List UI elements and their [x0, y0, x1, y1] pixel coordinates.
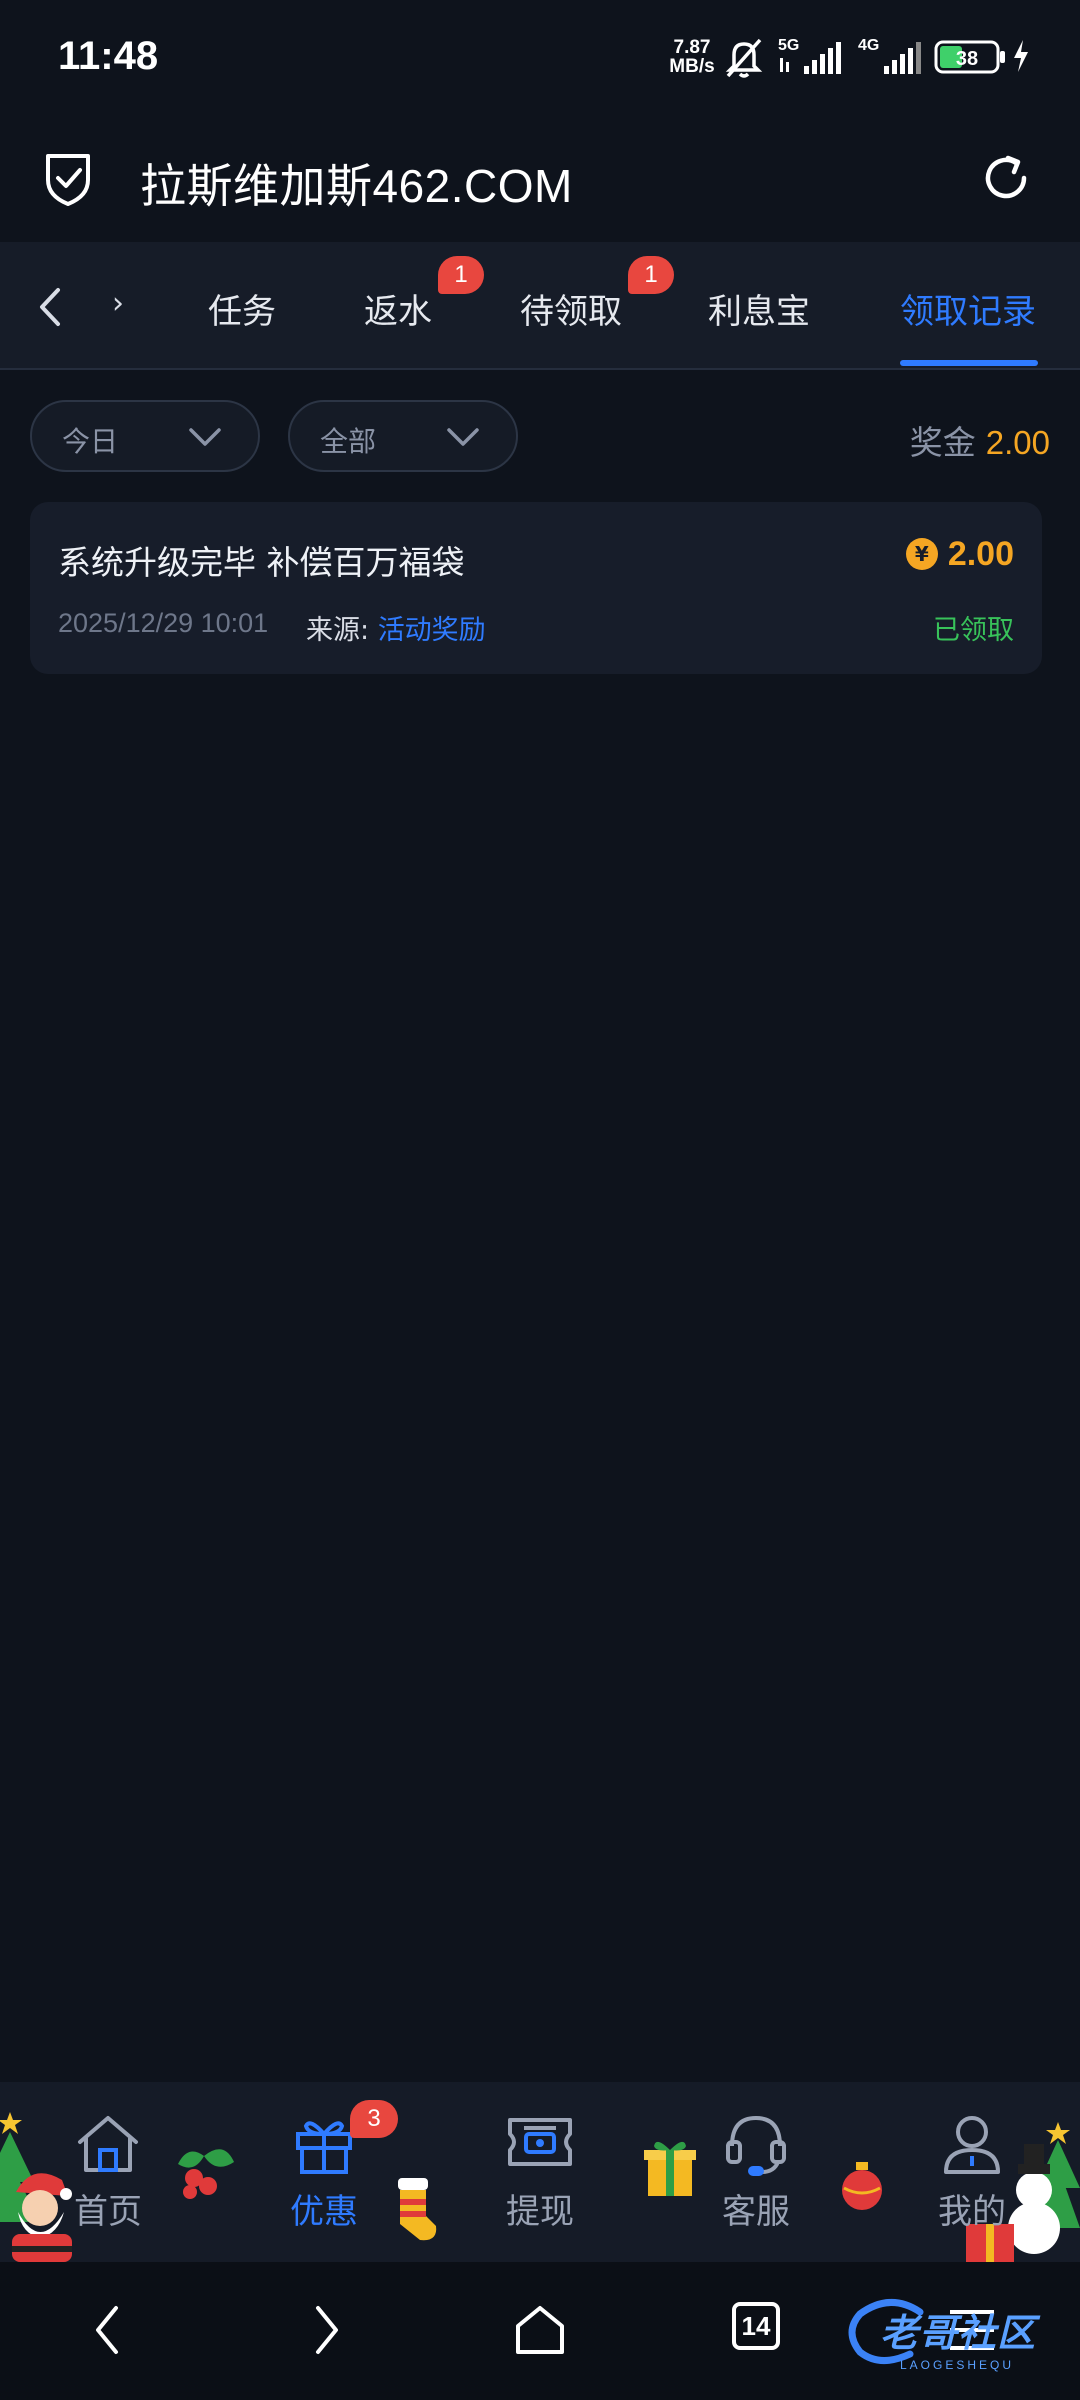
date-filter-value: 今日: [62, 425, 119, 458]
browser-tabs-button[interactable]: 14: [732, 2302, 780, 2350]
record-source: 来源: 活动奖励: [306, 608, 486, 647]
bonus-label: 奖金: [909, 423, 976, 462]
withdraw-ticket-icon: [508, 2118, 572, 2166]
record-amount: ¥ 2.00: [905, 534, 1014, 574]
tab-claim-records[interactable]: 领取记录: [900, 284, 1036, 333]
record-title: 系统升级完毕 补偿百万福袋: [58, 543, 465, 582]
nav-label: 首页: [74, 2192, 142, 2232]
nav-promotions[interactable]: 3 优惠: [254, 2100, 398, 2232]
nav-support[interactable]: 客服: [686, 2112, 826, 2232]
coin-icon: ¥: [905, 538, 938, 570]
nav-profile[interactable]: 我的: [902, 2112, 1042, 2232]
record-amount-value: 2.00: [947, 534, 1014, 573]
nav-withdraw[interactable]: 提现: [470, 2112, 610, 2232]
browser-home-icon[interactable]: [510, 2300, 570, 2360]
active-tab-indicator: [900, 360, 1038, 366]
tab-pending[interactable]: 待领取: [520, 284, 622, 333]
battery-level: 38: [956, 48, 978, 70]
network-speed: 7.87 MB/s: [662, 38, 722, 76]
tab-label: 任务: [208, 292, 276, 332]
browser-back-icon[interactable]: [88, 2300, 128, 2360]
network-speed-value: 7.87: [673, 37, 711, 58]
watermark-text: 老哥社区: [880, 2311, 1037, 2355]
chevron-down-icon: [447, 428, 479, 446]
nav-label: 提现: [506, 2192, 574, 2232]
signal-2-label: 4G: [858, 37, 879, 54]
browser-forward-icon[interactable]: [306, 2300, 346, 2360]
charging-icon: [1014, 40, 1028, 72]
record-source-value: 活动奖励: [377, 615, 486, 646]
tab-label: 利息宝: [708, 292, 810, 332]
system-navigation-bar: 14 老哥社区 LAOGESHEQU: [0, 2262, 1080, 2400]
tab-pending-badge: 1: [628, 256, 674, 294]
nav-label: 我的: [938, 2192, 1006, 2232]
headset-icon: [726, 2115, 786, 2176]
tab-interest[interactable]: 利息宝: [708, 284, 810, 333]
signal-5g-icon: 5G: [778, 37, 841, 74]
type-filter-value: 全部: [320, 425, 377, 458]
tab-rebate-badge: 1: [438, 256, 484, 294]
bonus-total: 奖金 2.00: [910, 416, 1050, 464]
refresh-icon[interactable]: [976, 148, 1036, 208]
tab-bar: › 任务 返水 1 待领取 1 利息宝 领取记录: [0, 242, 1080, 370]
tab-label: 返水: [364, 292, 432, 332]
record-status: 已领取: [933, 615, 1014, 646]
nav-promotions-badge: 3: [350, 2100, 398, 2138]
signal-4g-icon: 4G: [858, 37, 921, 74]
type-filter-dropdown[interactable]: 全部: [288, 400, 518, 472]
date-filter-dropdown[interactable]: 今日: [30, 400, 260, 472]
record-card[interactable]: 系统升级完毕 补偿百万福袋 ¥ 2.00 2025/12/29 10:01 来源…: [30, 502, 1042, 674]
network-speed-unit: MB/s: [669, 56, 715, 77]
record-source-label: 来源:: [306, 615, 378, 646]
filter-bar: 今日 全部 奖金 2.00: [0, 400, 1080, 472]
bonus-value: 2.00: [985, 424, 1050, 461]
battery-icon: 38: [934, 40, 1005, 74]
bell-muted-icon: [725, 38, 763, 78]
status-bar: 11:48 7.87 MB/s 5G 4G 38: [0, 0, 1080, 118]
tab-rebate[interactable]: 返水: [364, 284, 432, 333]
ornament-icon: [842, 2162, 882, 2210]
tab-partial[interactable]: ›: [112, 286, 124, 321]
status-time: 11:48: [58, 34, 159, 78]
signal-1-label: 5G: [778, 37, 799, 54]
record-time: 2025/12/29 10:01: [58, 608, 269, 638]
user-icon: [944, 2116, 1000, 2174]
gift-icon: [296, 2121, 352, 2174]
shield-check-icon[interactable]: [40, 148, 96, 208]
chevron-down-icon: [189, 428, 221, 446]
browser-header: 拉斯维加斯462.COM: [0, 118, 1080, 242]
nav-label: 优惠: [290, 2192, 358, 2232]
nav-home[interactable]: 首页: [38, 2112, 178, 2232]
tab-label: 待领取: [520, 292, 622, 332]
tab-scroll-left-icon[interactable]: [30, 282, 70, 332]
tab-tasks[interactable]: 任务: [208, 284, 276, 333]
tab-label: 领取记录: [900, 292, 1036, 332]
home-icon: [78, 2116, 138, 2172]
page-url-title[interactable]: 拉斯维加斯462.COM: [140, 150, 573, 216]
bottom-nav: 首页 3 优惠 提现 客服 我的: [0, 2082, 1080, 2262]
nav-label: 客服: [722, 2192, 790, 2232]
holly-icon: [178, 2149, 234, 2199]
watermark-subtext: LAOGESHEQU: [900, 2358, 1015, 2372]
